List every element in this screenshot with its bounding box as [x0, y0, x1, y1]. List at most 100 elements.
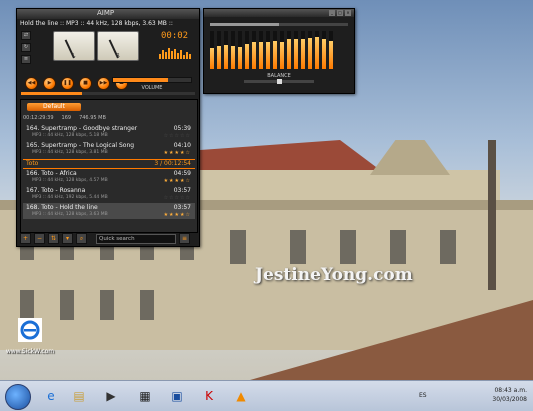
search-icon[interactable]: ⌕: [76, 233, 87, 244]
eq-band-slider[interactable]: [315, 31, 319, 69]
eq-band-slider[interactable]: [273, 31, 277, 69]
track-title: 168. Toto - Hold the line: [26, 204, 98, 211]
quick-search-input[interactable]: Quick search: [96, 233, 176, 244]
eq-band-level: [210, 48, 214, 69]
track-title: 165. Supertramp - The Logical Song: [26, 142, 135, 149]
eq-band-level: [322, 38, 326, 69]
save-taskbar-icon[interactable]: ▣: [166, 385, 188, 407]
eq-band-level: [329, 40, 333, 69]
eq-band-slider[interactable]: [224, 31, 228, 69]
playlist-row[interactable]: 166. Toto - Africa 04:59 MP3 :: 44 kHz, …: [23, 169, 195, 185]
desktop-icon-browser[interactable]: www.SickW.com: [5, 318, 55, 355]
eq-minimize-icon[interactable]: _: [329, 10, 335, 16]
eq-band-slider[interactable]: [301, 31, 305, 69]
track-length: 03:57: [173, 204, 191, 211]
equalizer-window[interactable]: _ □ × BALANCE: [203, 8, 355, 94]
sort-icon[interactable]: ⇅: [48, 233, 59, 244]
calendar-taskbar-icon[interactable]: ▦: [134, 385, 156, 407]
eq-band-slider[interactable]: [266, 31, 270, 69]
eq-window-buttons: _ □ ×: [329, 10, 351, 16]
eq-band-slider[interactable]: [210, 31, 214, 69]
vu-right-label: R: [116, 53, 120, 59]
volume-slider[interactable]: [112, 77, 192, 83]
playlist-row[interactable]: 164. Supertramp - Goodbye stranger 05:39…: [23, 124, 195, 140]
rating-stars[interactable]: ☆☆☆☆☆: [164, 133, 191, 139]
preamp-slider[interactable]: [210, 23, 348, 26]
eq-bands: [210, 31, 348, 69]
stop-icon[interactable]: ■: [79, 77, 92, 90]
pause-icon[interactable]: ❚❚: [61, 77, 74, 90]
ie-taskbar-icon[interactable]: e: [40, 385, 62, 407]
kaspersky-taskbar-icon[interactable]: K: [198, 385, 220, 407]
eq-band-level: [266, 42, 270, 69]
menu-icon[interactable]: ≡: [179, 233, 190, 244]
group-count: 3 / 00:12:54: [154, 160, 191, 167]
volume-label: VOLUME: [141, 85, 163, 91]
taskbar: e ▤ ▶ ▦ ▣ K ▲ ES 08:43 a.m. 30/03/2008: [0, 380, 533, 411]
watermark-text: JestineYong.com: [255, 265, 413, 285]
seek-bar[interactable]: [21, 92, 195, 95]
eq-band-slider[interactable]: [238, 31, 242, 69]
eq-band-slider[interactable]: [259, 31, 263, 69]
track-meta: MP3 :: 44 kHz, 128 kbps, 3.63 MB: [32, 212, 108, 217]
vu-left-label: L: [72, 53, 76, 59]
equalizer-titlebar[interactable]: _ □ ×: [204, 9, 354, 17]
next-icon[interactable]: ▶▶: [97, 77, 110, 90]
eq-band-slider[interactable]: [280, 31, 284, 69]
track-title: 167. Toto - Rosanna: [26, 187, 86, 194]
remove-icon[interactable]: −: [34, 233, 45, 244]
rating-stars[interactable]: ★★★★☆: [164, 212, 191, 218]
eq-band-slider[interactable]: [322, 31, 326, 69]
playlist-row[interactable]: 165. Supertramp - The Logical Song 04:10…: [23, 141, 195, 157]
playlist-tab-default[interactable]: Default: [27, 103, 81, 111]
play-icon[interactable]: ▶: [43, 77, 56, 90]
eq-band-slider[interactable]: [294, 31, 298, 69]
eq-band-level: [217, 46, 221, 69]
rating-stars[interactable]: ☆☆☆☆☆: [164, 195, 191, 201]
aimp-taskbar-icon[interactable]: ▲: [230, 385, 252, 407]
eq-band-slider[interactable]: [287, 31, 291, 69]
now-playing-info: Hold the line :: MP3 :: 44 kHz, 128 kbps…: [20, 20, 173, 27]
balance-handle[interactable]: [277, 79, 282, 84]
eq-restore-icon[interactable]: □: [337, 10, 343, 16]
clock[interactable]: 08:43 a.m. 30/03/2008: [492, 386, 527, 404]
rating-stars[interactable]: ★★★★☆: [164, 178, 191, 184]
playlist-group-header[interactable]: Toto 3 / 00:12:54: [23, 159, 195, 169]
rating-stars[interactable]: ★★★★☆: [164, 150, 191, 156]
eq-band-slider[interactable]: [217, 31, 221, 69]
volume-control[interactable]: VOLUME: [112, 77, 192, 91]
eq-band-slider[interactable]: [231, 31, 235, 69]
eq-band-slider[interactable]: [252, 31, 256, 69]
aimp-player-window[interactable]: AIMP Hold the line :: MP3 :: 44 kHz, 128…: [16, 8, 200, 247]
playlist-count: 169: [61, 115, 72, 121]
eq-band-slider[interactable]: [329, 31, 333, 69]
playlist-row-selected[interactable]: 168. Toto - Hold the line 03:57 MP3 :: 4…: [23, 203, 195, 219]
time-display: 00:02: [161, 31, 189, 41]
start-button[interactable]: [5, 384, 31, 410]
track-meta: MP3 :: 44 kHz, 128 kbps, 4.57 MB: [32, 178, 108, 183]
volume-fill: [113, 78, 168, 82]
eq-close-icon[interactable]: ×: [345, 10, 351, 16]
language-indicator[interactable]: ES: [419, 392, 427, 399]
repeat-button[interactable]: ↻: [21, 43, 31, 52]
player-logo: AIMP: [97, 9, 115, 17]
eq-band-level: [259, 41, 263, 69]
balance-slider[interactable]: [244, 79, 314, 84]
folder-taskbar-icon[interactable]: ▤: [68, 385, 90, 407]
eq-band-level: [252, 42, 256, 69]
eq-toggle-button[interactable]: ≡: [21, 55, 31, 64]
media-taskbar-icon[interactable]: ▶: [100, 385, 122, 407]
eq-band-level: [231, 46, 235, 69]
player-titlebar[interactable]: AIMP: [17, 9, 199, 19]
eq-band-level: [301, 39, 305, 69]
add-icon[interactable]: +: [20, 233, 31, 244]
eq-band-slider[interactable]: [245, 31, 249, 69]
group-name: Toto: [26, 160, 39, 167]
eq-band-level: [315, 36, 319, 69]
playlist-size: 746.95 MB: [79, 115, 106, 121]
prev-icon[interactable]: ◀◀: [25, 77, 38, 90]
playlist-row[interactable]: 167. Toto - Rosanna 03:57 MP3 :: 44 kHz,…: [23, 186, 195, 202]
eq-band-slider[interactable]: [308, 31, 312, 69]
shuffle-button[interactable]: ⇄: [21, 31, 31, 40]
move-icon[interactable]: ▾: [62, 233, 73, 244]
